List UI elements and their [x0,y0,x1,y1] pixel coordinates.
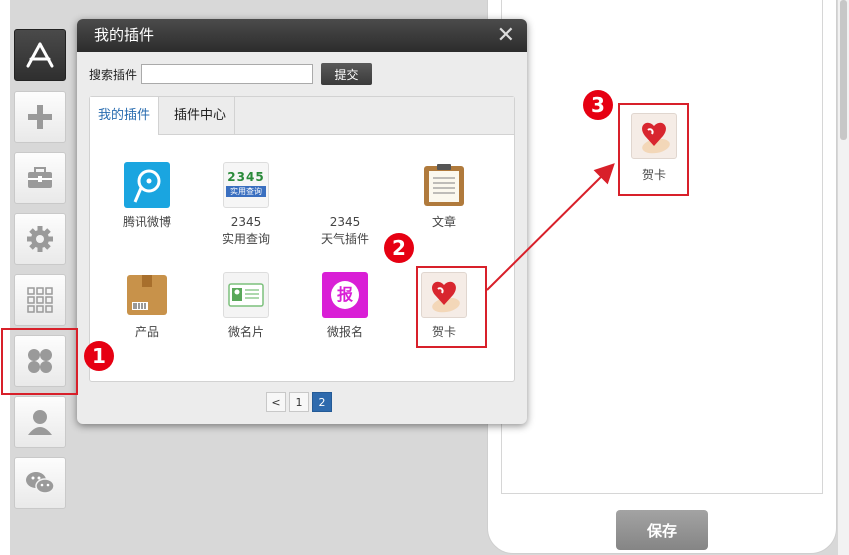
step-badge-1: 1 [84,341,114,371]
step-badge-3: 3 [583,90,613,120]
annotation-arrow [486,163,615,291]
step-badge-2: 2 [384,233,414,263]
arrow-overlay [486,163,615,291]
